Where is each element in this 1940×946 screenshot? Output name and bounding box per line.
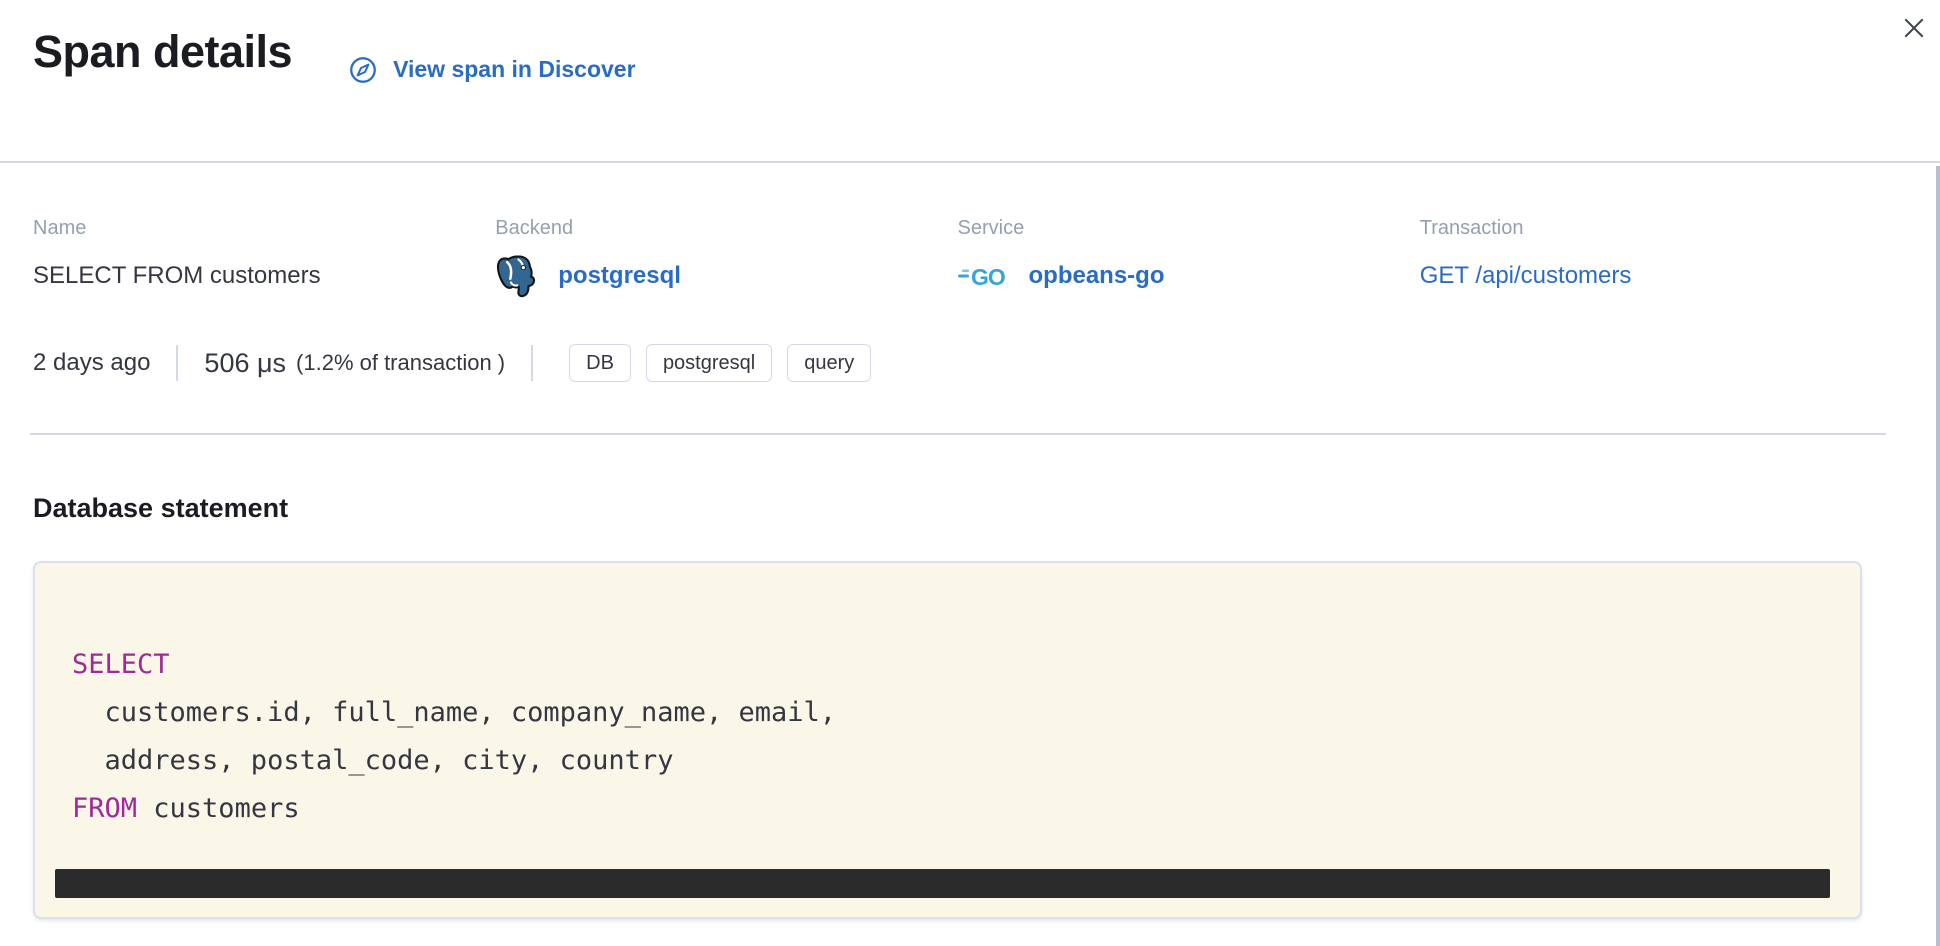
discover-link-label: View span in Discover xyxy=(393,56,635,83)
transaction-link[interactable]: GET /api/customers xyxy=(1420,262,1632,290)
view-span-in-discover-link[interactable]: View span in Discover xyxy=(348,55,635,85)
go-logo-icon: GO xyxy=(958,261,1012,291)
close-icon xyxy=(1901,15,1927,41)
meta-col-backend: Backend postgresql xyxy=(495,216,957,299)
badge-span-action: query xyxy=(787,344,871,382)
name-value: SELECT FROM customers xyxy=(33,253,495,299)
vertical-separator xyxy=(531,345,533,381)
close-button[interactable] xyxy=(1894,8,1934,48)
badge-span-type: DB xyxy=(569,344,631,382)
svg-text:GO: GO xyxy=(971,264,1005,290)
vertical-separator xyxy=(176,345,178,381)
postgresql-icon xyxy=(495,253,541,299)
sql-code: SELECT customers.id, full_name, company_… xyxy=(35,563,1860,833)
service-label: Service xyxy=(958,216,1420,240)
meta-col-service: Service GO opbeans-go xyxy=(958,216,1420,299)
badge-span-subtype: postgresql xyxy=(646,344,772,382)
flyout-header: Span details View span in Discover xyxy=(0,0,1940,163)
timestamp: 2 days ago xyxy=(33,349,150,377)
page-title: Span details xyxy=(33,26,292,78)
meta-col-name: Name SELECT FROM customers xyxy=(33,216,495,299)
meta-col-transaction: Transaction GET /api/customers xyxy=(1420,216,1882,299)
discover-compass-icon xyxy=(348,55,378,85)
duration-percent-of-transaction: (1.2% of transaction ) xyxy=(296,350,505,376)
name-label: Name xyxy=(33,216,495,240)
backend-label: Backend xyxy=(495,216,957,240)
span-metadata: Name SELECT FROM customers Backend postg… xyxy=(33,216,1882,299)
vertical-scrollbar-thumb[interactable] xyxy=(1936,166,1940,946)
span-summary-row: 2 days ago 506 μs (1.2% of transaction )… xyxy=(33,343,1940,383)
database-statement-code-block: SELECT customers.id, full_name, company_… xyxy=(33,561,1862,919)
database-statement-title: Database statement xyxy=(33,491,1940,525)
transaction-label: Transaction xyxy=(1420,216,1882,240)
section-divider xyxy=(30,433,1886,435)
span-duration: 506 μs xyxy=(204,348,286,379)
span-type-badges: DB postgresql query xyxy=(569,344,871,382)
backend-link[interactable]: postgresql xyxy=(558,262,681,290)
horizontal-scrollbar-thumb[interactable] xyxy=(55,869,1830,898)
service-link[interactable]: opbeans-go xyxy=(1029,262,1165,290)
